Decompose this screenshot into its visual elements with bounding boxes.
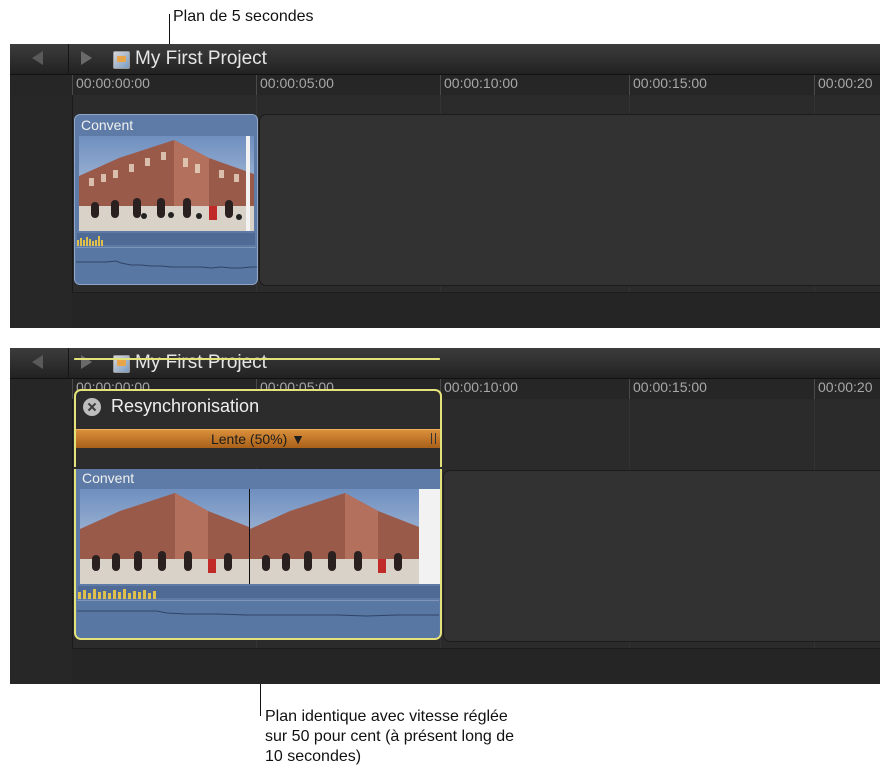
ruler-tick: 00:00:00:00 — [72, 75, 150, 95]
speed-menu[interactable]: Lente (50%) ▼ — [76, 431, 440, 447]
callout-retimed-clip: Plan identique avec vitesse réglée sur 5… — [265, 707, 514, 767]
speed-bar[interactable]: Lente (50%) ▼ — [76, 429, 440, 448]
nav-divider — [68, 44, 69, 74]
audio-waveform — [77, 600, 439, 638]
timeline-header: My First Project — [10, 44, 880, 75]
ruler-tick: 00:00:10:00 — [440, 379, 518, 399]
primary-storyline[interactable] — [259, 114, 880, 286]
callout-line-1: Plan identique avec vitesse réglée — [265, 708, 508, 725]
project-title: My First Project — [135, 352, 267, 373]
audio-peaks-graphic — [77, 236, 103, 246]
back-arrow-icon[interactable] — [32, 355, 43, 369]
timeline-header: My First Project — [10, 348, 880, 379]
project-icon — [113, 51, 130, 69]
clip-name: Convent — [81, 117, 134, 133]
forward-arrow-icon[interactable] — [81, 51, 92, 65]
thumbnail-edge — [246, 136, 250, 231]
audio-peaks — [78, 586, 440, 599]
clip-convent-retimed[interactable]: Convent — [74, 469, 442, 640]
audio-peaks — [77, 233, 255, 246]
ruler-tick: 00:00:15:00 — [629, 379, 707, 399]
callout-line-2: sur 50 pour cent (à présent long de — [265, 728, 515, 745]
clip-name: Convent — [82, 470, 135, 486]
clip-convent[interactable]: Convent — [74, 114, 258, 285]
timeline-panel-top: My First Project 00:00:00:00 00:00:05:00… — [10, 44, 880, 328]
audio-peaks-graphic — [78, 589, 156, 599]
ruler-tick: 00:00:20 — [814, 379, 873, 399]
clip-thumbnails — [80, 489, 440, 584]
project-title: My First Project — [135, 48, 267, 69]
ruler-tick: 00:00:05:00 — [256, 75, 334, 95]
waveform-graphic — [76, 260, 257, 269]
nav-divider — [68, 348, 69, 378]
track-gutter — [10, 399, 73, 684]
close-icon[interactable] — [83, 398, 101, 416]
ruler-tick: 00:00:15:00 — [629, 75, 707, 95]
timeline-panel-bottom: My First Project 00:00:00:00 00:00:05:00… — [10, 348, 880, 684]
ruler-tick: 00:00:10:00 — [440, 75, 518, 95]
primary-storyline[interactable] — [443, 470, 880, 642]
callout-line-3: 10 secondes) — [265, 748, 362, 765]
ruler-tick: 00:00:20 — [814, 75, 873, 95]
connected-area[interactable] — [72, 292, 880, 328]
clip-thumbnail — [79, 136, 254, 231]
retime-editor[interactable] — [74, 358, 440, 360]
timecode-ruler[interactable]: 00:00:00:00 00:00:05:00 00:00:10:00 00:0… — [10, 75, 880, 95]
connected-area[interactable] — [72, 648, 880, 684]
back-arrow-icon[interactable] — [32, 51, 43, 65]
building-thumbnail — [79, 136, 254, 231]
track-gutter — [10, 95, 73, 328]
building-thumbnails — [80, 489, 440, 584]
audio-waveform — [76, 247, 257, 284]
retime-editor-box: Resynchronisation Lente (50%) ▼ — [74, 389, 442, 467]
callout-five-second-clip: Plan de 5 secondes — [173, 8, 314, 25]
grip-icon[interactable] — [431, 433, 436, 444]
waveform-graphic — [77, 610, 439, 617]
retime-title: Resynchronisation — [111, 396, 260, 416]
